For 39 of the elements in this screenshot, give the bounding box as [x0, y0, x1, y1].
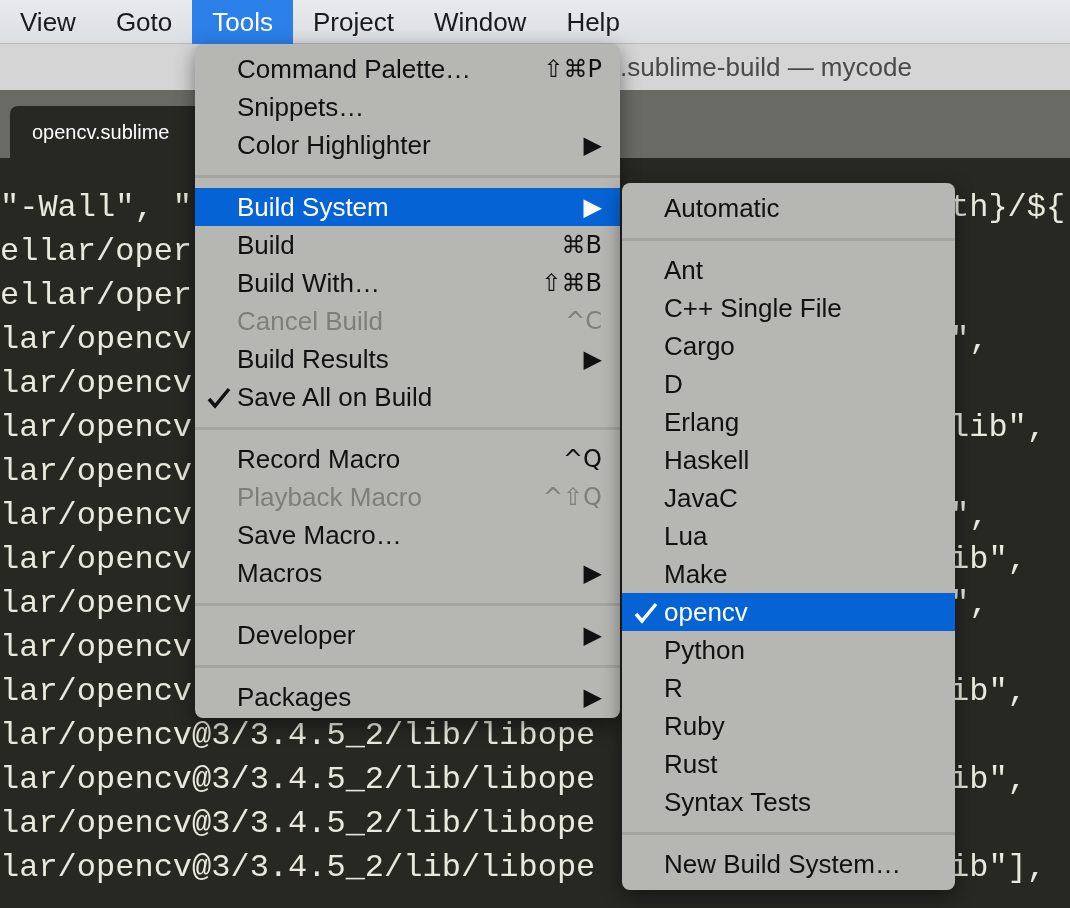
- window-title: .sublime-build — mycode: [620, 51, 913, 84]
- menu-bar-item[interactable]: Project: [292, 0, 414, 44]
- menu-bar-item[interactable]: Tools: [192, 0, 293, 44]
- menu-item[interactable]: Python: [622, 631, 955, 669]
- code-text: ellar/oper: [0, 277, 193, 314]
- menu-item[interactable]: Packages ▶: [195, 678, 620, 716]
- code-text: lar/opencv: [0, 585, 193, 622]
- code-text: lar/opencv: [0, 497, 193, 534]
- menu-item[interactable]: Record Macro ^Q: [195, 440, 620, 478]
- menu-item[interactable]: D: [622, 365, 955, 403]
- menu-item[interactable]: Build Results ▶: [195, 340, 620, 378]
- menu-item[interactable]: Save All on Build: [195, 378, 620, 416]
- code-text: lar/opencv: [0, 541, 193, 578]
- code-text: lar/opencv: [0, 409, 193, 446]
- menu-item[interactable]: Ant: [622, 251, 955, 289]
- menu-item[interactable]: opencv: [622, 593, 955, 631]
- menu-item[interactable]: Macros ▶: [195, 554, 620, 592]
- menu-item[interactable]: Developer ▶: [195, 616, 620, 654]
- menu-bar-item[interactable]: Help: [546, 0, 640, 44]
- code-text: lar/opencv: [0, 321, 193, 358]
- code-text: lar/opencv@3/3.4.5_2/lib/libope: [0, 849, 596, 886]
- menu-item[interactable]: Save Macro…: [195, 516, 620, 554]
- code-text: lar/opencv: [0, 453, 193, 490]
- menu-item[interactable]: Ruby: [622, 707, 955, 745]
- menu-item[interactable]: Build System ▶: [195, 188, 620, 226]
- menu-item[interactable]: Command Palette… ⇧⌘P: [195, 50, 620, 88]
- code-text: lar/opencv: [0, 365, 193, 402]
- code-text: lar/opencv: [0, 673, 193, 710]
- code-text: lar/opencv@3/3.4.5_2/lib/libope: [0, 717, 596, 754]
- menu-bar-item[interactable]: Goto: [95, 0, 193, 44]
- code-text: lar/opencv@3/3.4.5_2/lib/libope: [0, 761, 596, 798]
- code-text: lar/opencv: [0, 629, 193, 666]
- code-text: ellar/oper: [0, 233, 193, 270]
- menu-item[interactable]: Build With… ⇧⌘B: [195, 264, 620, 302]
- menu-bar-item[interactable]: Window: [413, 0, 547, 44]
- menu-item[interactable]: Build ⌘B: [195, 226, 620, 264]
- menu-bar-item[interactable]: View: [0, 0, 96, 44]
- code-text: lar/opencv@3/3.4.5_2/lib/libope: [0, 805, 596, 842]
- code-text: "-Wall", ": [0, 189, 193, 226]
